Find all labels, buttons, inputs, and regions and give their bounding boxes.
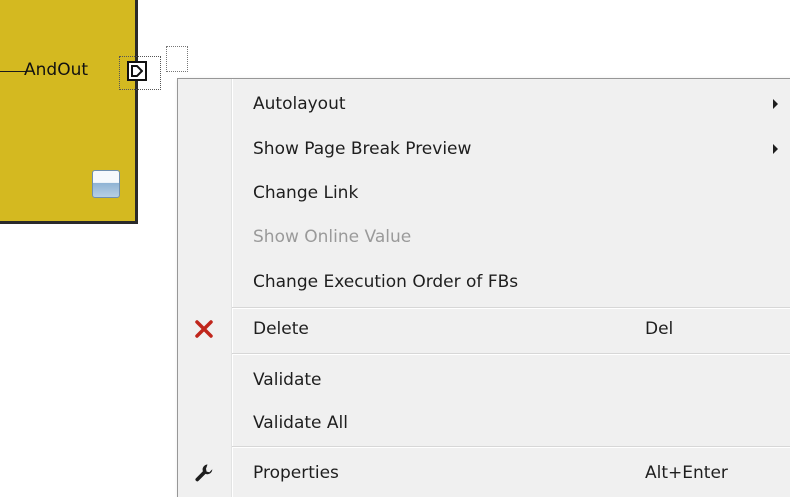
menu-item-autolayout[interactable]: Autolayout bbox=[178, 84, 790, 124]
diagram-canvas[interactable]: AndOut Autolayout Show Page Break Previe… bbox=[0, 0, 790, 497]
output-pin-wire bbox=[0, 71, 26, 72]
menu-item-validate-all[interactable]: Validate All bbox=[178, 403, 790, 443]
menu-item-delete[interactable]: Delete Del bbox=[178, 309, 790, 349]
output-pin-label: AndOut bbox=[24, 60, 89, 80]
block-expand-icon[interactable] bbox=[92, 170, 120, 198]
menu-item-label: Show Online Value bbox=[253, 227, 412, 247]
menu-item-label: Validate All bbox=[253, 413, 348, 433]
context-menu: Autolayout Show Page Break Preview Chang… bbox=[177, 78, 790, 497]
menu-item-label: Validate bbox=[253, 370, 322, 390]
menu-item-shortcut: Alt+Enter bbox=[645, 463, 728, 483]
menu-item-change-execution-order[interactable]: Change Execution Order of FBs bbox=[178, 262, 790, 302]
menu-separator bbox=[232, 446, 790, 448]
menu-item-label: Delete bbox=[253, 319, 309, 339]
menu-item-validate[interactable]: Validate bbox=[178, 360, 790, 400]
menu-item-change-link[interactable]: Change Link bbox=[178, 173, 790, 213]
wrench-icon bbox=[193, 462, 215, 484]
menu-item-show-online-value: Show Online Value bbox=[178, 217, 790, 257]
menu-item-label: Change Execution Order of FBs bbox=[253, 272, 519, 292]
output-pin-connector-icon[interactable] bbox=[127, 61, 147, 81]
menu-item-label: Show Page Break Preview bbox=[253, 139, 472, 159]
function-block[interactable]: AndOut bbox=[0, 0, 138, 224]
delete-x-icon bbox=[193, 318, 215, 340]
menu-item-label: Autolayout bbox=[253, 94, 346, 114]
menu-item-label: Properties bbox=[253, 463, 339, 483]
menu-item-label: Change Link bbox=[253, 183, 359, 203]
menu-item-show-page-break-preview[interactable]: Show Page Break Preview bbox=[178, 129, 790, 169]
submenu-arrow-icon bbox=[773, 144, 778, 154]
menu-item-shortcut: Del bbox=[645, 319, 674, 339]
pin-selection-handle bbox=[166, 46, 188, 72]
menu-separator bbox=[232, 353, 790, 355]
menu-item-properties[interactable]: Properties Alt+Enter bbox=[178, 453, 790, 493]
submenu-arrow-icon bbox=[773, 99, 778, 109]
